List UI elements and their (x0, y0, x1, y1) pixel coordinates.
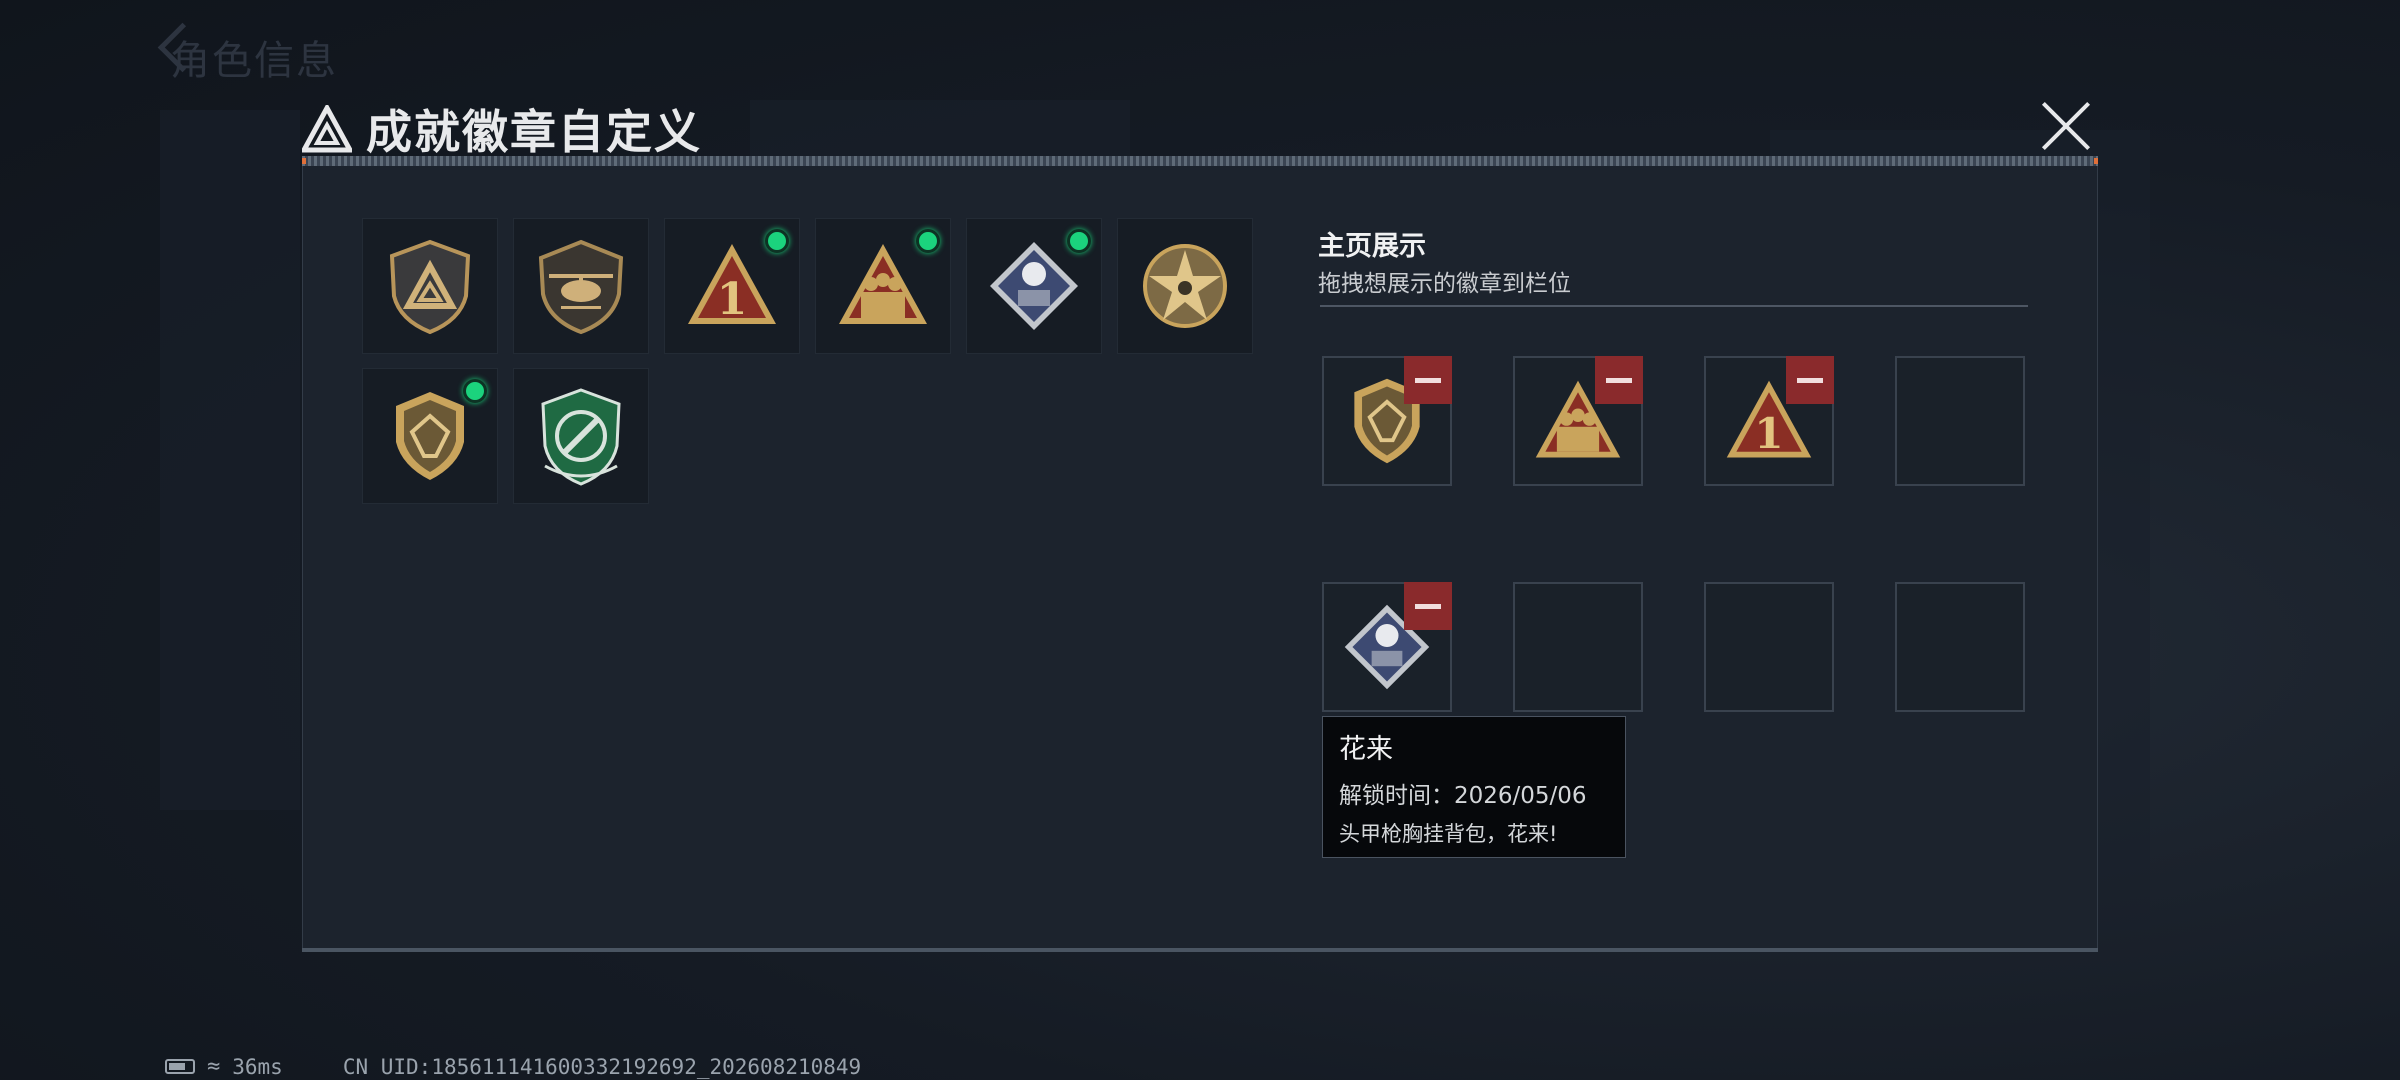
badge-item-green-crest[interactable] (513, 368, 649, 504)
home-display-subtitle: 拖拽想展示的徽章到栏位 (1318, 271, 1571, 297)
tooltip-unlock-time: 解锁时间：2026/05/06 (1339, 783, 1587, 809)
star-medallion-badge-icon (1143, 244, 1227, 328)
panel-bottom-border (302, 948, 2098, 952)
badge-item-helicopter-shield[interactable] (513, 218, 649, 354)
badge-item-number-one[interactable]: 1 (664, 218, 800, 354)
flower-diamond-badge-icon (990, 242, 1078, 330)
battery-icon (165, 1059, 195, 1074)
display-slot-4[interactable] (1895, 356, 2025, 486)
display-slot-5[interactable] (1322, 582, 1452, 712)
display-slot-3[interactable]: 1 (1704, 356, 1834, 486)
badge-tooltip: 花来 解锁时间：2026/05/06 头甲枪胸挂背包，花来! (1322, 716, 1626, 858)
display-slot-2[interactable] (1513, 356, 1643, 486)
new-indicator-dot (916, 229, 940, 253)
remove-badge-button[interactable] (1786, 356, 1834, 404)
badge-item-squad[interactable] (815, 218, 951, 354)
new-indicator-dot (765, 229, 789, 253)
remove-badge-button[interactable] (1404, 356, 1452, 404)
badge-item-gem-shield[interactable] (362, 368, 498, 504)
badge-item-star-medallion[interactable] (1117, 218, 1253, 354)
badge-collection: 1 (362, 218, 1253, 504)
squad-triangle-badge-icon (839, 244, 927, 324)
close-button[interactable] (2040, 100, 2092, 152)
svg-text:1: 1 (1754, 408, 1783, 458)
status-bar: ≈ 36ms CN UID:1856111416003321926​92_202… (165, 1054, 861, 1079)
helicopter-shield-badge-icon (538, 239, 624, 335)
display-slots: 1 (1322, 356, 2025, 712)
number-one-triangle-badge-icon: 1 (688, 244, 776, 325)
delta-logo-icon (302, 105, 352, 153)
new-indicator-dot (1067, 229, 1091, 253)
tooltip-description: 头甲枪胸挂背包，花来! (1339, 822, 1558, 846)
user-uid: CN UID:1856111416003321926​92_2026082108… (342, 1054, 862, 1079)
badge-item-delta-shield[interactable] (362, 218, 498, 354)
gem-shield-badge-icon (396, 392, 464, 480)
display-slot-7[interactable] (1704, 582, 1834, 712)
badge-item-flower[interactable] (966, 218, 1102, 354)
divider (1320, 305, 2028, 307)
ping-value: 36ms (232, 1054, 283, 1079)
tooltip-badge-name: 花来 (1339, 734, 1393, 765)
display-slot-8[interactable] (1895, 582, 2025, 712)
new-indicator-dot (463, 379, 487, 403)
remove-badge-button[interactable] (1404, 582, 1452, 630)
display-slot-6[interactable] (1513, 582, 1643, 712)
wifi-icon: ≈ (207, 1054, 221, 1079)
panel-top-border (302, 156, 2098, 166)
home-display-title: 主页展示 (1318, 231, 1426, 262)
remove-badge-button[interactable] (1595, 356, 1643, 404)
dialog-title: 成就徽章自定义 (366, 105, 702, 159)
delta-shield-badge-icon (389, 239, 471, 335)
svg-text:1: 1 (717, 274, 748, 325)
display-slot-1[interactable] (1322, 356, 1452, 486)
background-page-title: 角色信息 (170, 38, 338, 84)
dialog-header: 成就徽章自定义 (302, 96, 702, 162)
green-crest-badge-icon (541, 388, 621, 486)
